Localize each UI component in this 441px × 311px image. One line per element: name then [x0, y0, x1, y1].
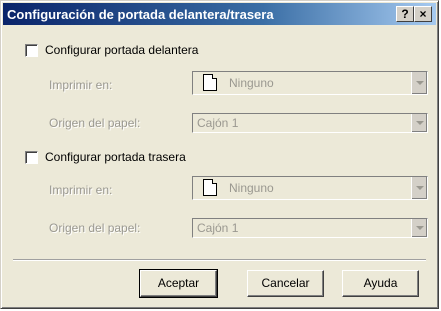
front-paper-source-dropdown-button[interactable] [411, 114, 427, 132]
back-print-on-label: Imprimir en: [49, 183, 113, 197]
back-paper-source-select[interactable]: Cajón 1 [192, 218, 428, 238]
back-paper-source-value: Cajón 1 [197, 221, 239, 235]
back-paper-source-dropdown-button[interactable] [411, 219, 427, 237]
ok-button[interactable]: Aceptar [139, 269, 218, 298]
close-title-button[interactable]: × [414, 6, 432, 22]
back-print-on-value: Ninguno [229, 181, 274, 195]
back-cover-checkbox-label[interactable]: Configurar portada trasera [45, 150, 186, 164]
help-button[interactable]: Ayuda [342, 270, 419, 297]
front-print-on-select[interactable]: Ninguno [192, 71, 428, 95]
help-title-button[interactable]: ? [396, 6, 414, 22]
back-print-on-dropdown-button[interactable] [411, 177, 427, 199]
chevron-down-icon [416, 186, 424, 190]
back-print-on-select[interactable]: Ninguno [192, 176, 428, 200]
paper-sheet-icon [203, 179, 217, 196]
front-print-on-label: Imprimir en: [49, 78, 113, 92]
front-paper-source-label: Origen del papel: [49, 116, 141, 130]
title-bar[interactable]: Configuración de portada delantera/trase… [3, 3, 436, 25]
paper-sheet-icon [203, 74, 217, 91]
back-cover-checkbox[interactable] [25, 151, 38, 164]
cancel-button[interactable]: Cancelar [247, 270, 324, 297]
front-print-on-value: Ninguno [229, 76, 274, 90]
chevron-down-icon [416, 81, 424, 85]
front-paper-source-value: Cajón 1 [197, 116, 239, 130]
front-back-cover-dialog: Configuración de portada delantera/trase… [0, 0, 439, 309]
front-cover-checkbox[interactable] [25, 44, 38, 57]
separator [13, 259, 426, 261]
chevron-down-icon [416, 121, 424, 125]
front-print-on-dropdown-button[interactable] [411, 72, 427, 94]
chevron-down-icon [416, 226, 424, 230]
back-paper-source-label: Origen del papel: [49, 221, 141, 235]
dialog-title: Configuración de portada delantera/trase… [7, 7, 274, 22]
front-paper-source-select[interactable]: Cajón 1 [192, 113, 428, 133]
front-cover-checkbox-label[interactable]: Configurar portada delantera [45, 43, 198, 57]
